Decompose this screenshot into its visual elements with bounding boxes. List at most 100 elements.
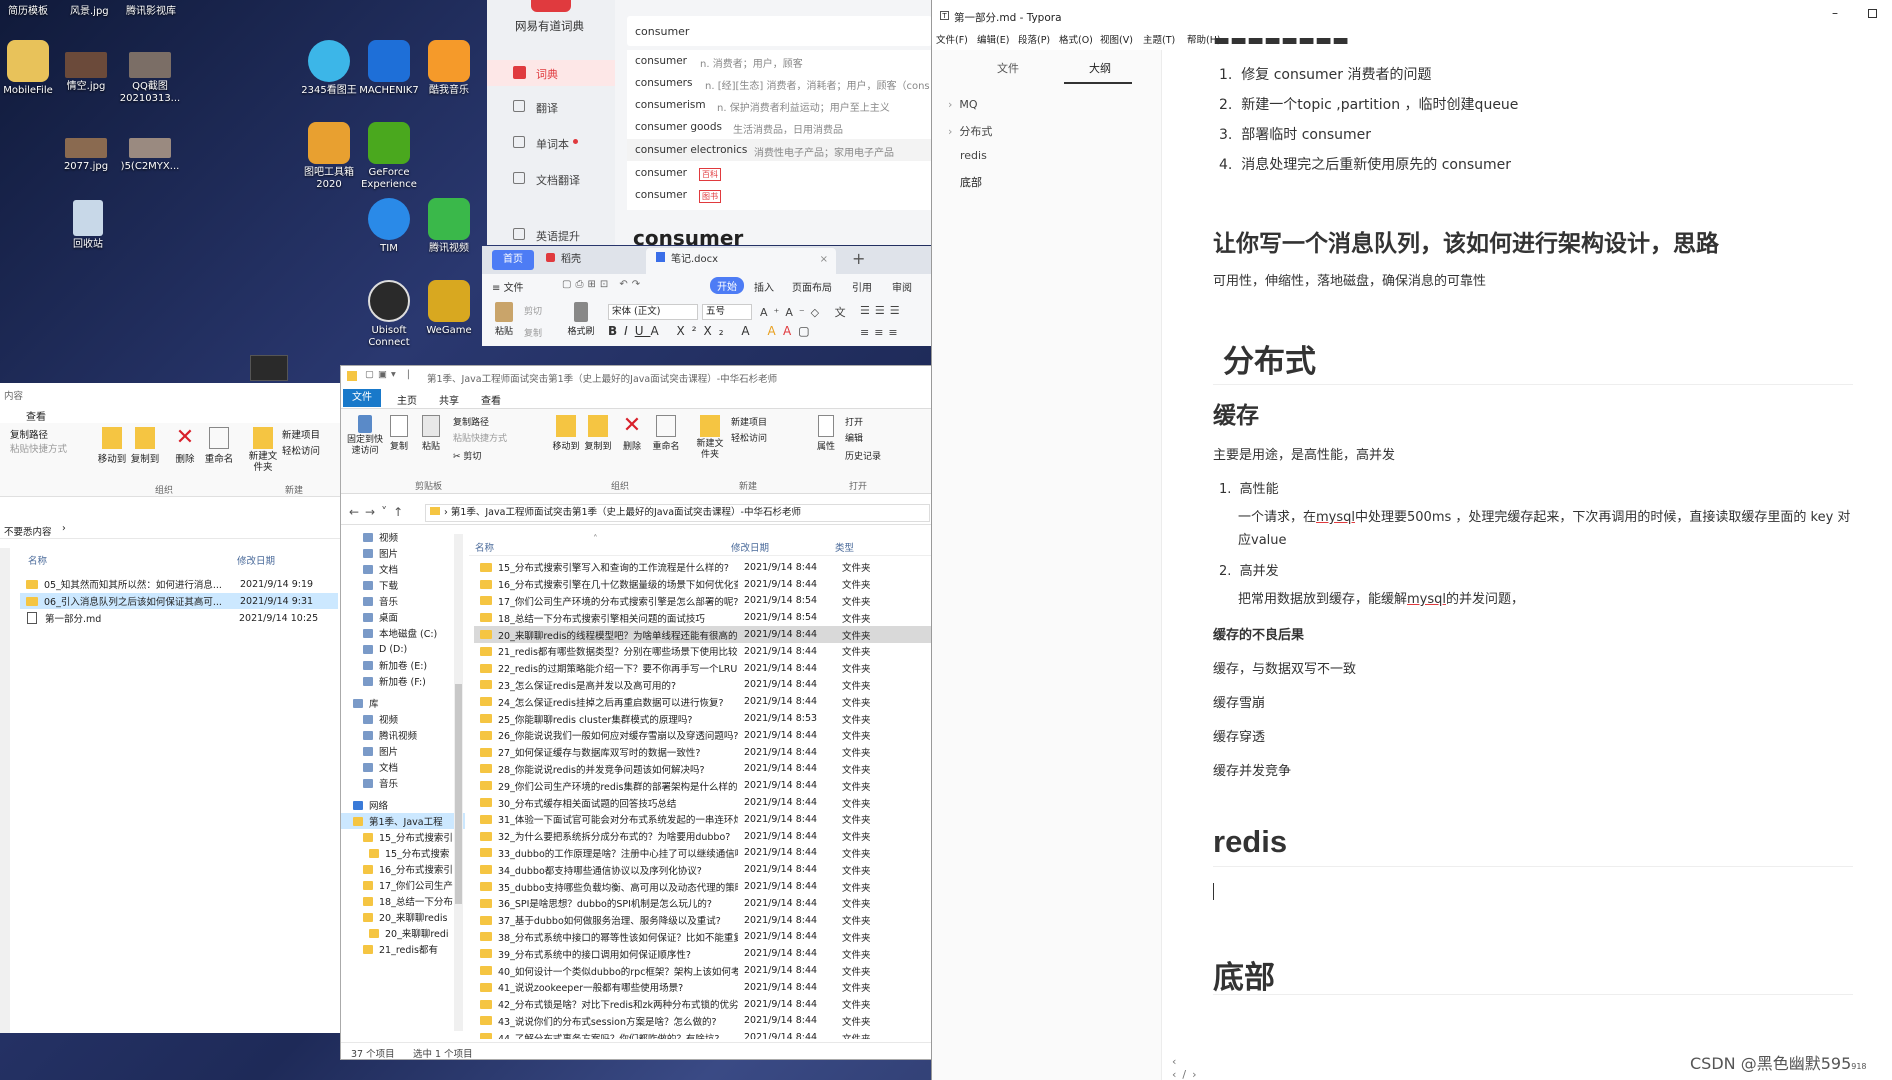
menu-edit[interactable]: 编辑(E) [977,32,1009,46]
desktop-icon-screenshot[interactable]: QQ截图20210313... [112,52,188,105]
menu-start[interactable]: 开始 [710,277,744,294]
youdao-nav-dict[interactable]: 词典 [487,60,615,86]
delete-button[interactable]: ✕ 删除 [617,415,647,453]
suggestion-item[interactable]: consumer 图书 [627,184,932,206]
file-row[interactable]: 26_你能说说我们一般如何应对缓存雪崩以及穿透问题吗? 2021/9/14 8:4… [474,727,931,744]
new-folder-button[interactable]: 新建文件夹 [246,427,280,473]
file-row[interactable]: 25_你能聊聊redis cluster集群模式的原理吗? 2021/9/14 8… [474,710,931,727]
nav-tree-item[interactable]: 文档 [341,759,465,775]
file-row[interactable]: 36_SPI是啥思想？dubbo的SPI机制是怎么玩儿的? 2021/9/14 8… [474,895,931,912]
text-style-icons[interactable]: BIUA X²X₂ A AA▢ [608,324,817,338]
youdao-nav-english[interactable]: 英语提升 [487,224,615,245]
suggestion-item[interactable]: consumerism n. 保护消费者利益运动；用户至上主义 [627,94,932,116]
nav-tree-item[interactable]: 音乐 [341,593,465,609]
font-size-select[interactable]: 五号 [702,304,752,320]
scrollbar[interactable] [0,548,10,1033]
column-name[interactable]: 名称 [475,540,494,554]
file-row[interactable]: 23_怎么保证redis是高并发以及高可用的? 2021/9/14 8:44 文件夹 [474,677,931,694]
paste-button[interactable]: 粘贴 [490,302,518,337]
file-row[interactable]: 29_你们公司生产环境的redis集群的部署架构是什么样的? 2021/9/14 … [474,777,931,794]
menu-insert[interactable]: 插入 [754,279,774,294]
column-name[interactable]: 名称 [28,553,47,567]
youdao-nav-doc-translate[interactable]: 文档翻译 [487,168,615,190]
nav-tree-item[interactable]: 第1季、Java工程 [341,813,465,829]
new-item-button[interactable]: 新建项目 [731,415,767,428]
properties-button[interactable]: 属性 [813,415,839,452]
file-row[interactable]: 28_你能说说redis的并发竞争问题该如何解决吗? 2021/9/14 8:44… [474,761,931,778]
file-row-selected[interactable]: 20_来聊聊redis的线程模型吧？为啥单线程还能有很高的效率? 2021/9/1… [474,626,931,643]
nav-tree-item[interactable]: 15_分布式搜索引 [341,829,465,845]
copy-path-button[interactable]: 复制路径 [10,427,48,441]
file-row[interactable]: 22_redis的过期策略能介绍一下？要不你再手写一个LRU? 2021/9/14… [474,660,931,677]
menu-format[interactable]: 格式(O) [1059,32,1093,46]
history-button[interactable]: 历史记录 [845,449,881,462]
nav-tree-item[interactable]: 音乐 [341,775,465,791]
quick-access-icons[interactable]: ▢⎙⊞⊡ ↶↷ [562,279,644,290]
easy-access-button[interactable]: 轻松访问 [731,431,767,444]
delete-button[interactable]: ✕ 删除 [168,427,202,466]
desktop-icon-recycle-bin[interactable]: 回收站 [53,200,123,251]
address-bar[interactable]: › 第1季、Java工程师面试突击第1季（史上最好的Java面试突击课程）-中华… [425,504,930,522]
quick-access-toolbar[interactable]: ▢▣▾ | [365,369,414,380]
nav-tree-item[interactable]: 18_总结一下分布 [341,893,465,909]
new-tab-icon[interactable]: + [852,249,865,268]
file-row[interactable]: 27_如何保证缓存与数据库双写时的数据一致性? 2021/9/14 8:44 文件夹 [474,744,931,761]
move-to-button[interactable]: 移动到 [95,427,129,465]
menu-theme[interactable]: 主题(T) [1143,32,1175,46]
nav-buttons[interactable]: ←→˅↑ [349,505,409,519]
suggestion-item[interactable]: consumer 百科 [627,162,932,184]
nav-tree-item[interactable]: 图片 [341,545,465,561]
suggestion-item[interactable]: consumer n. 消费者；用户，顾客 [627,50,932,72]
nav-tree-item[interactable]: 新加卷 (F:) [341,673,465,689]
new-item-button[interactable]: 新建项目 [282,427,320,441]
menu-view[interactable]: 视图(V) [1100,32,1133,46]
menu-review[interactable]: 审阅 [892,279,912,294]
minimize-button[interactable]: – [1832,6,1838,20]
nav-scrollbar[interactable] [454,534,463,1031]
typora-editor[interactable]: ▬▬▬▬▬▬▬▬ 1. 修复 consumer 消费者的问题 2. 新建一个to… [1163,30,1892,1080]
nav-tree-item[interactable]: 文档 [341,561,465,577]
desktop-label[interactable]: 风景.jpg [70,2,109,17]
desktop-icon-partial[interactable] [250,355,288,381]
copy-button[interactable]: 复制 [385,415,413,452]
youdao-nav-wordbook[interactable]: 单词本 [487,132,615,154]
desktop-label[interactable]: 腾讯影视库 [126,2,176,17]
menu-file[interactable]: 文件(F) [936,32,968,46]
file-row[interactable]: 44_了解分布式事务方案吗？你们都咋做的？有啥坑?2021/9/14 8:44文… [474,1029,931,1039]
close-icon[interactable]: × [820,248,828,272]
tab-view[interactable]: 查看 [26,408,46,423]
rename-button[interactable]: 重命名 [202,427,236,465]
desktop-icon-image[interactable]: )5(C2MYX... [112,138,188,173]
nav-tree-item[interactable]: D (D:) [341,641,465,657]
file-row[interactable]: 15_分布式搜索引擎写入和查询的工作流程是什么样的? 2021/9/14 8:44… [474,559,931,576]
nav-tree-item[interactable]: 视频 [341,711,465,727]
move-to-button[interactable]: 移动到 [551,415,581,452]
sidebar-tab-outline[interactable]: 大纲 [1089,60,1111,76]
column-date[interactable]: 修改日期 [237,553,275,567]
paste-shortcut-button[interactable]: 粘贴快捷方式 [10,441,67,455]
nav-tree-item[interactable]: 下载 [341,577,465,593]
file-row[interactable]: 35_dubbo支持哪些负载均衡、高可用以及动态代理的策略? 2021/9/14 … [474,878,931,895]
font-name-select[interactable]: 宋体 (正文) [608,304,698,320]
maximize-button[interactable] [1868,9,1877,18]
menu-layout[interactable]: 页面布局 [792,279,832,294]
suggestion-item[interactable]: consumer goods 生活消费品，日用消费品 [627,116,932,138]
file-row-selected[interactable]: 06_引入消息队列之后该如何保证其高可... 2021/9/14 9:31 [20,593,338,609]
nav-tree-item[interactable]: 17_你们公司生产 [341,877,465,893]
outline-item-redis[interactable]: redis [960,149,987,162]
paste-shortcut-button[interactable]: 粘贴快捷方式 [453,431,507,444]
desktop-icon-image[interactable]: 2077.jpg [51,138,121,173]
sidebar-tab-files[interactable]: 文件 [997,60,1019,76]
nav-tree-item[interactable]: 视频 [341,529,465,545]
file-row[interactable]: 17_你们公司生产环境的分布式搜索引擎是怎么部署的呢? 2021/9/14 8:5… [474,593,931,610]
nav-tree-item[interactable]: 桌面 [341,609,465,625]
desktop-icon-image[interactable]: 情空.jpg [51,52,121,93]
youdao-nav-translate[interactable]: 翻译 [487,96,615,118]
nav-tree-item[interactable]: 本地磁盘 (C:) [341,625,465,641]
pin-quick-access-button[interactable]: 固定到快速访问 [347,415,383,457]
nav-tree-item[interactable]: 15_分布式搜索 [341,845,465,861]
file-row[interactable]: 42_分布式锁是啥？对比下redis和zk两种分布式锁的优劣? 2021/9/14… [474,996,931,1013]
column-date[interactable]: 修改日期 [731,540,769,554]
file-row[interactable]: 33_dubbo的工作原理是啥？注册中心挂了可以继续通信吗? 2021/9/14 … [474,845,931,862]
desktop-icon-geforce[interactable]: GeForce Experience [354,122,424,191]
